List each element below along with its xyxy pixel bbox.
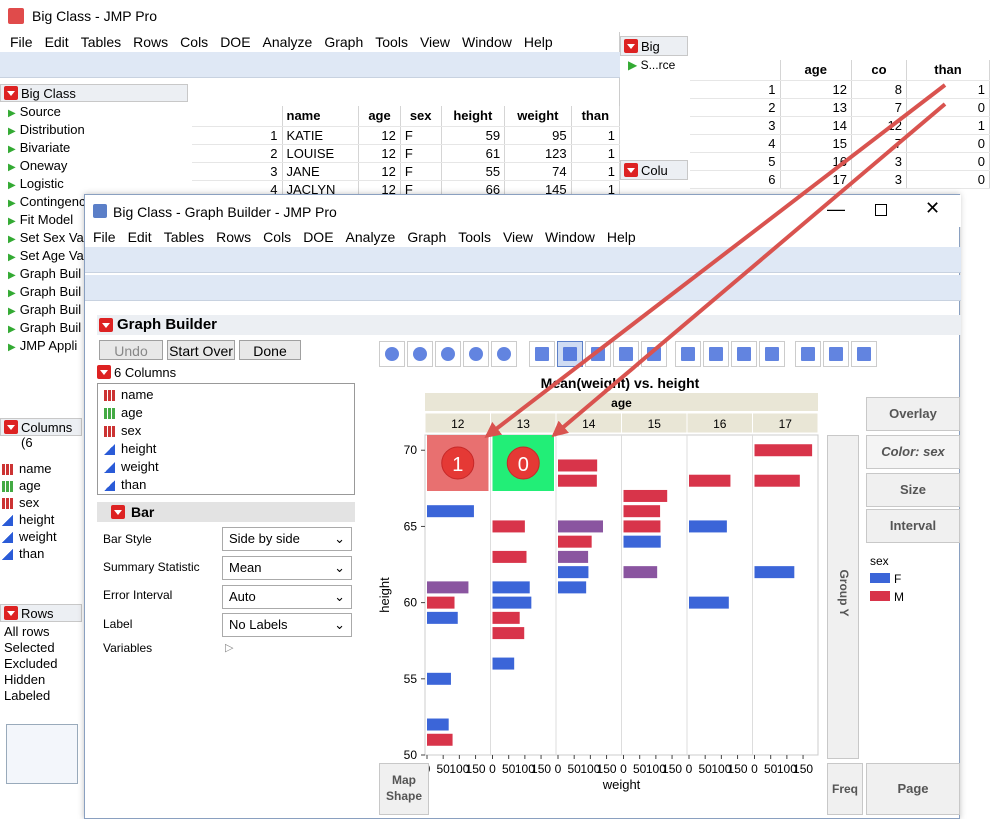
arrow-1: [484, 83, 947, 438]
arrow-2: [551, 102, 947, 438]
annotation-arrows: [484, 83, 947, 438]
